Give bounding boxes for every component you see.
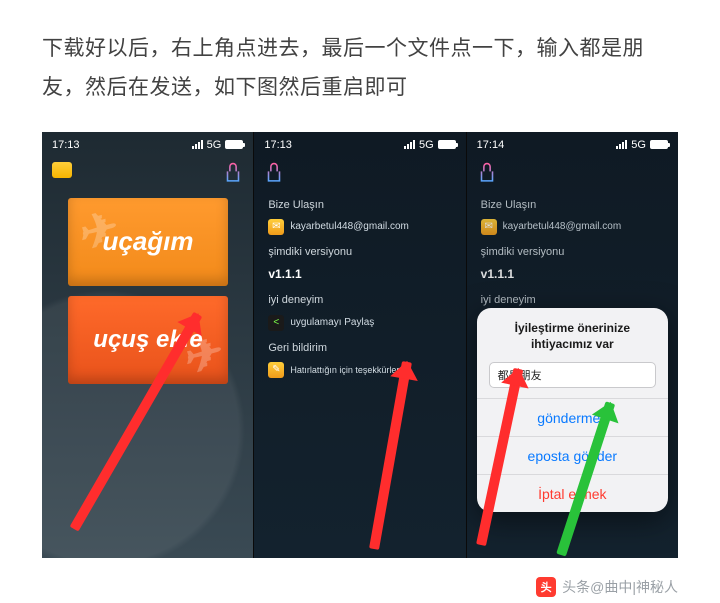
signal-icon xyxy=(192,140,203,149)
attribution-label: 头条@曲中|神秘人 xyxy=(562,577,678,597)
share-label: uygulamayı Paylaş xyxy=(290,316,374,330)
status-bar: 17:13 5G xyxy=(254,132,465,158)
pane-home: 17:13 5G ✈ uçağım ✈ uçuş ekle xyxy=(42,132,254,558)
network-label: 5G xyxy=(207,139,222,151)
section-contact: Bize Ulaşın xyxy=(268,198,451,213)
share-row[interactable]: < uygulamayı Paylaş xyxy=(268,315,451,331)
section-experience: iyi deneyim xyxy=(268,293,451,308)
battery-icon xyxy=(650,140,668,149)
app-logo-icon xyxy=(477,162,497,184)
feedback-row[interactable]: ✎ Hatırlattığın için teşekkürler xyxy=(268,362,451,378)
note-icon: ✎ xyxy=(268,362,284,378)
status-bar: 17:14 5G xyxy=(467,132,678,158)
section-feedback: Geri bildirim xyxy=(268,341,451,356)
settings-icon[interactable] xyxy=(223,162,243,184)
network-label: 5G xyxy=(419,139,434,151)
share-icon: < xyxy=(268,315,284,331)
email-value: kayarbetul448@gmail.com xyxy=(290,220,409,234)
section-version: şimdiki versiyonu xyxy=(268,245,451,260)
status-bar: 17:13 5G xyxy=(42,132,253,158)
email-value: kayarbetul448@gmail.com xyxy=(503,220,622,234)
section-version: şimdiki versiyonu xyxy=(481,245,664,260)
battery-icon xyxy=(438,140,456,149)
version-value: v1.1.1 xyxy=(268,266,451,283)
status-time: 17:13 xyxy=(264,139,292,151)
attribution: 头 头条@曲中|神秘人 xyxy=(536,577,678,597)
toutiao-badge-icon: 头 xyxy=(536,577,556,597)
mail-icon: ✉ xyxy=(268,219,284,235)
mail-icon: ✉ xyxy=(481,219,497,235)
email-row[interactable]: ✉ kayarbetul448@gmail.com xyxy=(268,219,451,235)
section-experience: iyi deneyim xyxy=(481,293,664,308)
status-time: 17:14 xyxy=(477,139,505,151)
dialog-title: İyileştirme önerinize ihtiyacımız var xyxy=(477,308,668,362)
pane-settings: 17:13 5G Bize Ulaşın ✉ kayarbetul448@gma… xyxy=(254,132,466,558)
battery-icon xyxy=(225,140,243,149)
my-flight-card[interactable]: ✈ uçağım xyxy=(68,198,228,286)
instruction-text: 下载好以后，右上角点进去，最后一个文件点一下，输入都是朋友，然后在发送，如下图然… xyxy=(0,0,720,132)
app-logo-icon xyxy=(264,162,284,184)
status-time: 17:13 xyxy=(52,139,80,151)
ticket-icon xyxy=(52,162,72,178)
version-value: v1.1.1 xyxy=(481,266,664,283)
signal-icon xyxy=(616,140,627,149)
signal-icon xyxy=(404,140,415,149)
feedback-thanks: Hatırlattığın için teşekkürler xyxy=(290,364,399,377)
add-flight-card[interactable]: ✈ uçuş ekle xyxy=(68,296,228,384)
screenshot-triptych: 17:13 5G ✈ uçağım ✈ uçuş ekle xyxy=(42,132,678,558)
section-contact: Bize Ulaşın xyxy=(481,198,664,213)
pane-feedback-dialog: 17:14 5G Bize Ulaşın ✉ kayarbetul448@gmai… xyxy=(467,132,678,558)
settings-list: Bize Ulaşın ✉ kayarbetul448@gmail.com şi… xyxy=(268,198,451,382)
plane-icon: ✈ xyxy=(70,200,121,262)
network-label: 5G xyxy=(631,139,646,151)
